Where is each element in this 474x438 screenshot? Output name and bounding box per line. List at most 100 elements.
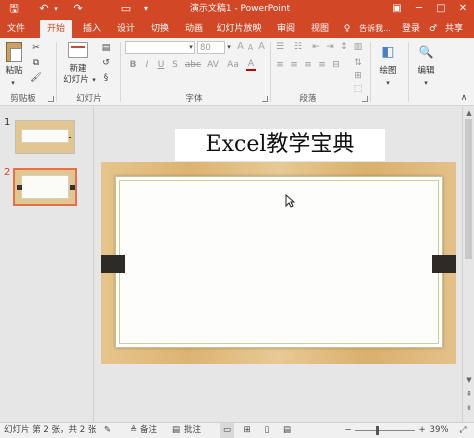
notes-icon[interactable]: ≜ <box>130 423 137 438</box>
tab-animations[interactable]: 动画 <box>180 20 208 38</box>
present-icon[interactable]: ▭ <box>118 0 134 18</box>
share-button[interactable]: 共享 <box>440 20 468 38</box>
minimize-icon[interactable]: ─ <box>408 0 430 18</box>
maximize-icon[interactable]: □ <box>430 0 452 18</box>
notes-button[interactable]: 备注 <box>140 423 157 438</box>
tab-insert[interactable]: 插入 <box>78 20 106 38</box>
decrease-indent-icon[interactable]: ⇤ <box>310 42 322 52</box>
strikethrough-button[interactable]: abc <box>184 60 202 70</box>
close-icon[interactable]: ✕ <box>452 0 474 18</box>
vertical-scrollbar[interactable]: ▲ ▼ ⇞ ⇟ <box>462 107 474 422</box>
layout-icon[interactable]: ▤ <box>100 43 112 53</box>
save-icon[interactable]: 🖫 <box>6 0 22 18</box>
cut-icon[interactable]: ✂ <box>30 43 42 53</box>
numbering-icon[interactable]: ☷ <box>292 42 304 52</box>
undo-dropdown-icon[interactable]: ▾ <box>52 0 60 18</box>
font-size-input[interactable]: 80 <box>197 41 225 54</box>
font-launcher-icon[interactable] <box>262 96 268 102</box>
paste-icon[interactable] <box>6 42 22 62</box>
new-slide-label-2[interactable]: 幻灯片 <box>60 75 92 85</box>
tab-slideshow[interactable]: 幻灯片放映 <box>214 20 264 38</box>
change-case-button[interactable]: Aa <box>226 60 240 70</box>
paste-button[interactable]: 粘贴 <box>2 66 26 76</box>
new-slide-label[interactable]: 新建 <box>62 64 94 74</box>
scroll-up-icon[interactable]: ▲ <box>464 108 474 118</box>
scroll-thumb[interactable] <box>465 119 472 259</box>
align-left-icon[interactable]: ≡ <box>274 60 286 70</box>
center-icon[interactable]: ≡ <box>288 60 300 70</box>
justify-icon[interactable]: ≡ <box>316 60 328 70</box>
next-slide-icon[interactable]: ⇟ <box>464 403 474 413</box>
comments-icon[interactable]: ▤ <box>172 423 180 438</box>
spell-check-icon[interactable]: ✎ <box>104 423 111 438</box>
character-spacing-button[interactable]: AV <box>206 60 220 70</box>
slide-sorter-icon[interactable]: ⊞ <box>240 423 254 438</box>
align-right-icon[interactable]: ≡ <box>302 60 314 70</box>
tab-home[interactable]: 开始 <box>40 20 72 38</box>
slide-thumbnail-2[interactable] <box>13 168 77 206</box>
person-icon[interactable]: ♂ <box>428 20 438 38</box>
customize-dropdown-icon[interactable]: ▾ <box>140 0 152 18</box>
drawing-dropdown-icon[interactable]: ▾ <box>384 78 392 88</box>
paragraph-launcher-icon[interactable] <box>362 96 368 102</box>
normal-view-icon[interactable]: ▭ <box>220 423 234 438</box>
collapse-ribbon-icon[interactable]: ∧ <box>458 93 470 103</box>
new-slide-icon[interactable] <box>68 42 88 58</box>
italic-button[interactable]: I <box>142 60 152 70</box>
editing-dropdown-icon[interactable]: ▾ <box>422 78 430 88</box>
columns-icon[interactable]: ▥ <box>352 42 364 52</box>
font-size-dropdown-icon[interactable]: ▾ <box>225 42 233 52</box>
drawing-icon[interactable]: ◧ <box>378 44 398 60</box>
shadow-button[interactable]: S <box>170 60 180 70</box>
text-direction-icon[interactable]: ⇅ <box>352 58 364 68</box>
increase-indent-icon[interactable]: ⇥ <box>324 42 336 52</box>
ribbon-options-icon[interactable]: ▣ <box>386 0 408 18</box>
underline-button[interactable]: U <box>156 60 166 70</box>
font-color-button[interactable]: A <box>246 59 256 71</box>
copy-icon[interactable]: ⧉ <box>30 58 42 68</box>
editing-button[interactable]: 编辑 <box>410 66 442 76</box>
zoom-out-button[interactable]: − <box>343 423 353 438</box>
format-painter-icon[interactable]: 🖌 <box>30 73 42 83</box>
comments-button[interactable]: 批注 <box>184 423 201 438</box>
new-slide-dropdown-icon[interactable]: ▾ <box>90 75 98 85</box>
slide-thumbnail-1[interactable] <box>15 120 75 154</box>
redo-icon[interactable]: ↷ <box>70 0 86 18</box>
paste-dropdown-icon[interactable]: ▾ <box>8 78 18 88</box>
zoom-level[interactable]: 39% <box>428 423 450 438</box>
line-spacing-icon[interactable]: ↕ <box>338 42 350 52</box>
lightbulb-icon[interactable]: ♀ <box>342 20 352 38</box>
shrink-font-icon[interactable]: A <box>246 43 255 53</box>
content-placeholder[interactable] <box>115 176 443 348</box>
slide-title[interactable]: Excel教学宝典 <box>175 129 385 161</box>
clear-format-icon[interactable]: A <box>257 42 266 52</box>
smartart-icon[interactable]: ⬚ <box>352 84 364 94</box>
bold-button[interactable]: B <box>128 60 138 70</box>
slideshow-icon[interactable]: ▤ <box>280 423 294 438</box>
font-name-dropdown-icon[interactable]: ▾ <box>187 42 195 52</box>
tab-transitions[interactable]: 切换 <box>146 20 174 38</box>
reading-view-icon[interactable]: ▯ <box>260 423 274 438</box>
fit-to-window-icon[interactable]: ⤢ <box>456 423 470 438</box>
tell-me-search[interactable]: 告诉我... <box>354 20 396 38</box>
distributed-icon[interactable]: ⊟ <box>330 60 342 70</box>
grow-font-icon[interactable]: A <box>236 42 245 52</box>
editing-icon[interactable]: 🔍 <box>416 44 436 60</box>
tab-review[interactable]: 审阅 <box>272 20 300 38</box>
align-text-icon[interactable]: ⊞ <box>352 71 364 81</box>
tab-view[interactable]: 视图 <box>306 20 334 38</box>
login-link[interactable]: 登录 <box>400 20 422 38</box>
undo-icon[interactable]: ↶ <box>36 0 52 18</box>
zoom-in-button[interactable]: + <box>417 423 427 438</box>
previous-slide-icon[interactable]: ⇞ <box>464 389 474 399</box>
zoom-slider-thumb[interactable] <box>376 426 379 435</box>
font-name-input[interactable] <box>125 41 195 54</box>
bullets-icon[interactable]: ☰ <box>274 42 286 52</box>
slide[interactable] <box>101 162 456 364</box>
tab-design[interactable]: 设计 <box>112 20 140 38</box>
clipboard-launcher-icon[interactable] <box>48 96 54 102</box>
scroll-down-icon[interactable]: ▼ <box>464 375 474 385</box>
section-icon[interactable]: § <box>100 73 112 83</box>
reset-icon[interactable]: ↺ <box>100 58 112 68</box>
tab-file[interactable]: 文件 <box>2 20 30 38</box>
